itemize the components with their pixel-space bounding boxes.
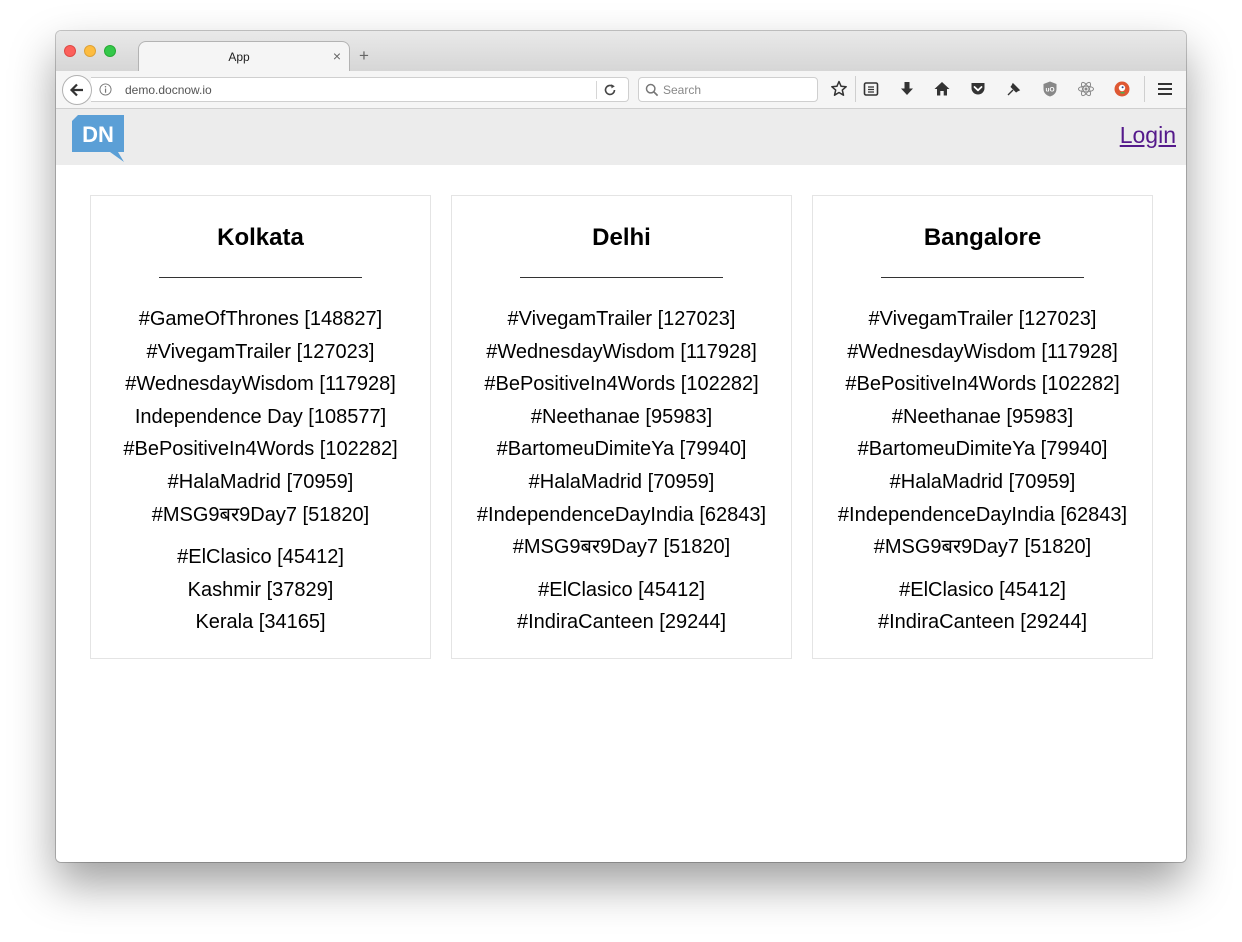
place-title: Bangalore <box>923 224 1042 251</box>
trend-item: #ElClasico [45412] <box>177 546 344 569</box>
new-tab-button[interactable]: + <box>359 47 369 64</box>
trend-item: Kerala [34165] <box>195 611 326 634</box>
react-devtools-icon[interactable] <box>1077 80 1095 98</box>
url-divider <box>596 81 597 99</box>
tab-close-icon[interactable]: × <box>333 48 341 64</box>
trend-item: #BartomeuDimiteYa [79940] <box>857 438 1108 461</box>
trend-item: #IndiraCanteen [29244] <box>516 611 727 634</box>
url-bar[interactable]: demo.docnow.io <box>91 77 629 102</box>
trend-item: #MSG9बर9Day7 [51820] <box>873 536 1092 559</box>
trend-item: #ElClasico [45412] <box>538 578 705 601</box>
hamburger-menu-icon[interactable] <box>1156 80 1174 98</box>
toolbar-divider <box>855 76 856 102</box>
trend-item: #Neethanae [95983] <box>891 405 1074 428</box>
login-link[interactable]: Login <box>1120 122 1176 149</box>
pin-icon[interactable] <box>1005 80 1023 98</box>
place-card-delhi: Delhi #VivegamTrailer [127023] #Wednesda… <box>451 195 792 659</box>
trend-item: #BartomeuDimiteYa [79940] <box>496 438 747 461</box>
download-icon[interactable] <box>898 80 916 98</box>
logo-text: DN <box>82 122 114 147</box>
page-content: DN Login Kolkata #GameOfThrones [148827]… <box>56 109 1186 862</box>
trend-item: #GameOfThrones [148827] <box>138 308 383 330</box>
trend-item: #WednesdayWisdom [117928] <box>125 373 396 396</box>
trend-item: #VivegamTrailer [127023] <box>868 308 1097 330</box>
trend-item: Independence Day [108577] <box>134 405 387 428</box>
url-text[interactable]: demo.docnow.io <box>125 83 212 97</box>
place-title: Kolkata <box>217 224 304 251</box>
back-arrow-icon <box>69 83 83 97</box>
trend-item: Kashmir [37829] <box>187 578 334 601</box>
trend-item: #IndependenceDayIndia [62843] <box>837 503 1128 526</box>
trend-item: #MSG9बर9Day7 [51820] <box>512 536 731 559</box>
home-icon[interactable] <box>933 80 951 98</box>
reload-icon[interactable] <box>603 83 617 97</box>
browser-tab[interactable]: App × <box>138 41 350 72</box>
trend-item: #HalaMadrid [70959] <box>889 470 1076 493</box>
info-icon[interactable] <box>99 83 112 96</box>
place-title: Delhi <box>592 224 651 251</box>
trend-item: #IndependenceDayIndia [62843] <box>476 503 767 526</box>
ublock-icon[interactable]: uO <box>1041 80 1059 98</box>
trend-item: #WednesdayWisdom [117928] <box>847 340 1118 363</box>
reading-list-icon[interactable] <box>862 80 880 98</box>
nav-bar: demo.docnow.io Search uO <box>56 71 1186 109</box>
trend-item: #VivegamTrailer [127023] <box>507 308 736 330</box>
trend-item: #ElClasico [45412] <box>899 578 1066 601</box>
search-input[interactable] <box>663 81 813 99</box>
docnow-logo[interactable]: DN <box>66 112 130 164</box>
trend-item: #WednesdayWisdom [117928] <box>486 340 757 363</box>
place-card-bangalore: Bangalore #VivegamTrailer [127023] #Wedn… <box>812 195 1153 659</box>
tab-title: App <box>228 50 250 64</box>
place-card-kolkata: Kolkata #GameOfThrones [148827] #Vivegam… <box>90 195 431 659</box>
title-divider <box>881 277 1084 278</box>
site-header: DN Login <box>56 109 1186 165</box>
window-zoom-button[interactable] <box>104 45 116 57</box>
trend-item: #HalaMadrid [70959] <box>167 470 354 493</box>
trend-item: #BePositiveIn4Words [102282] <box>123 438 398 461</box>
search-bar[interactable] <box>638 77 818 102</box>
trend-item: #VivegamTrailer [127023] <box>146 340 375 363</box>
tab-strip: App × + <box>56 31 1186 72</box>
title-divider <box>159 277 362 278</box>
trend-item: #BePositiveIn4Words [102282] <box>484 373 759 396</box>
duckduckgo-icon[interactable] <box>1113 80 1131 98</box>
search-icon <box>645 83 659 97</box>
browser-window: App × + demo.docnow.io Search uO DN Logi… <box>56 31 1186 862</box>
svg-text:uO: uO <box>1045 87 1054 94</box>
trend-item: #BePositiveIn4Words [102282] <box>845 373 1120 396</box>
toolbar-divider <box>1144 76 1145 102</box>
window-close-button[interactable] <box>64 45 76 57</box>
window-minimize-button[interactable] <box>84 45 96 57</box>
back-button[interactable] <box>62 75 92 105</box>
trend-item: #Neethanae [95983] <box>530 405 713 428</box>
title-divider <box>520 277 723 278</box>
pocket-icon[interactable] <box>969 80 987 98</box>
trend-item: #IndiraCanteen [29244] <box>877 611 1088 634</box>
trend-item: #HalaMadrid [70959] <box>528 470 715 493</box>
trend-item: #MSG9बर9Day7 [51820] <box>151 503 370 526</box>
bookmark-star-icon[interactable] <box>830 80 848 98</box>
